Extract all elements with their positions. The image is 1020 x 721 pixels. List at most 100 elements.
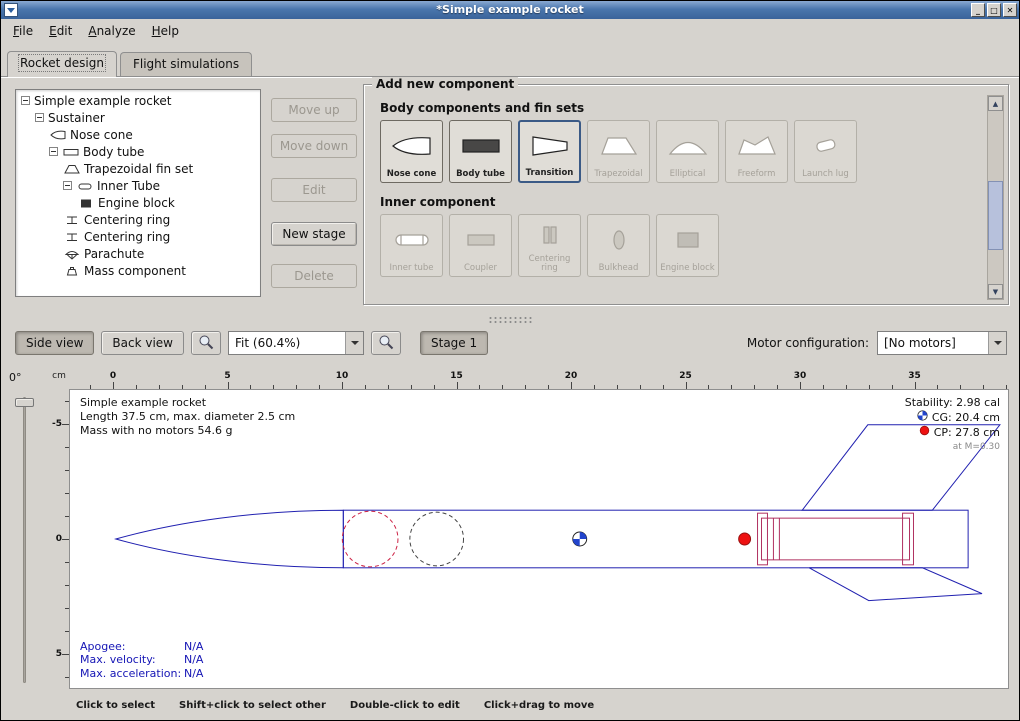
chevron-down-icon[interactable]: [988, 332, 1006, 354]
status-hint: Click+drag to move: [484, 700, 594, 711]
tree-item-label: Centering ring: [84, 230, 170, 244]
chevron-down-icon[interactable]: [345, 332, 363, 354]
new-stage-button[interactable]: New stage: [271, 222, 357, 246]
tree-item-nose-cone[interactable]: Nose cone: [16, 126, 260, 143]
ruler-tick: [228, 382, 229, 389]
rotation-slider[interactable]: [23, 397, 26, 683]
motor-configuration-select[interactable]: [No motors]: [877, 331, 1007, 355]
inner-tube-button: Inner tube: [380, 214, 443, 277]
tree-item-centering-ring[interactable]: Centering ring: [16, 211, 260, 228]
tree-item-body-tube[interactable]: Body tube: [16, 143, 260, 160]
rocket-info: Simple example rocket Length 37.5 cm, ma…: [80, 396, 295, 438]
ruler-tick: [62, 654, 69, 655]
zoom-out-button[interactable]: [371, 331, 401, 355]
scroll-up-icon[interactable]: ▲: [988, 96, 1003, 111]
cg-value: CG: 20.4 cm: [932, 411, 1000, 425]
component-tree[interactable]: Simple example rocketSustainerNose cone B…: [15, 89, 261, 297]
cg-marker-icon: [573, 532, 587, 546]
ruler-label: 25: [679, 371, 692, 381]
tab-strip: Rocket design Flight simulations: [1, 43, 1019, 77]
ruler-tick: [571, 382, 572, 389]
ruler-tick: [457, 382, 458, 389]
tree-expander-icon[interactable]: [49, 147, 58, 156]
component-button-row: Nose cone Body tubeTransitionTrapezoidal E…: [380, 120, 982, 183]
nose-cone-button[interactable]: Nose cone: [380, 120, 443, 183]
rotation-slider-handle[interactable]: [15, 398, 34, 407]
tree-item-label: Inner Tube: [97, 179, 160, 193]
minimize-button[interactable]: _: [971, 3, 985, 17]
tree-item-mass-component[interactable]: Mass component: [16, 262, 260, 279]
max-velocity-value: N/A: [184, 653, 203, 667]
scroll-down-icon[interactable]: ▼: [988, 284, 1003, 299]
design-view-area: 0° cm 05101520253035 -505: [1, 367, 1019, 691]
move-down-button: Move down: [271, 134, 357, 158]
motor-configuration-label: Motor configuration:: [747, 336, 869, 350]
engine-block-icon: [666, 215, 710, 264]
elliptical-fin-icon: [666, 121, 710, 170]
status-hint: Click to select: [76, 700, 155, 711]
tab-flight-simulations[interactable]: Flight simulations: [120, 52, 252, 76]
ruler-label: 20: [565, 371, 578, 381]
title-bar: *Simple example rocket _ □ ✕: [1, 1, 1019, 19]
transition-icon: [528, 122, 572, 169]
tree-item-centering-ring[interactable]: Centering ring: [16, 228, 260, 245]
component-button-label: Coupler: [464, 264, 497, 273]
freeform-button: Freeform: [725, 120, 788, 183]
zoom-select[interactable]: Fit (60.4%): [228, 331, 364, 355]
vertical-ruler: -505: [49, 389, 69, 689]
trapezoidal-button: Trapezoidal: [587, 120, 650, 183]
component-button-label: Inner tube: [389, 264, 433, 273]
component-button-label: Elliptical: [670, 170, 706, 179]
move-up-button: Move up: [271, 98, 357, 122]
menu-analyze[interactable]: Analyze: [80, 21, 143, 41]
tree-expander-icon[interactable]: [63, 181, 72, 190]
body-tube-icon: [62, 146, 80, 158]
flight-performance: Apogee:N/A Max. velocity:N/A Max. accele…: [80, 640, 203, 681]
status-hint: Shift+click to select other: [179, 700, 326, 711]
tree-item-label: Body tube: [83, 145, 144, 159]
tree-item-label: Engine block: [98, 196, 175, 210]
ruler-tick: [62, 424, 69, 425]
centering-ring-icon: [528, 215, 572, 255]
apogee-label: Apogee:: [80, 640, 184, 654]
rocket-dimensions: Length 37.5 cm, max. diameter 2.5 cm: [80, 410, 295, 424]
tree-item-inner-tube[interactable]: Inner Tube: [16, 177, 260, 194]
close-button[interactable]: ✕: [1003, 3, 1017, 17]
component-button-label: Engine block: [660, 264, 714, 273]
ruler-tick: [342, 382, 343, 389]
tree-item-parachute[interactable]: Parachute: [16, 245, 260, 262]
tree-item-label: Centering ring: [84, 213, 170, 227]
component-button-label: Freeform: [738, 170, 776, 179]
tree-item-simple-example-rocket[interactable]: Simple example rocket: [16, 92, 260, 109]
tree-item-sustainer[interactable]: Sustainer: [16, 109, 260, 126]
transition-button[interactable]: Transition: [518, 120, 581, 183]
tab-rocket-design[interactable]: Rocket design: [7, 51, 117, 77]
delete-button: Delete: [271, 264, 357, 288]
vertical-scrollbar[interactable]: ▲ ▼: [987, 95, 1004, 300]
design-canvas[interactable]: Simple example rocket Length 37.5 cm, ma…: [69, 389, 1009, 689]
back-view-button[interactable]: Back view: [101, 331, 184, 355]
centering-ring-button: Centering ring: [518, 214, 581, 277]
cp-marker-icon: [739, 533, 751, 545]
zoom-in-button[interactable]: [191, 331, 221, 355]
maximize-button[interactable]: □: [987, 3, 1001, 17]
nose-cone-icon: [390, 121, 434, 170]
centering-ring-icon: [63, 214, 81, 226]
panel-splitter[interactable]: [1, 313, 1019, 327]
ruler-label: -5: [52, 419, 62, 429]
tree-item-engine-block[interactable]: Engine block: [16, 194, 260, 211]
body-tube-button[interactable]: Body tube: [449, 120, 512, 183]
menu-bar: FileEditAnalyzeHelp: [1, 19, 1019, 43]
tree-item-trapezoidal-fin-set[interactable]: Trapezoidal fin set: [16, 160, 260, 177]
side-view-button[interactable]: Side view: [15, 331, 94, 355]
cp-value: CP: 27.8 cm: [934, 426, 1000, 440]
component-button-label: Nose cone: [387, 170, 436, 179]
tree-expander-icon[interactable]: [35, 113, 44, 122]
menu-help[interactable]: Help: [144, 21, 187, 41]
tree-expander-icon[interactable]: [21, 96, 30, 105]
menu-file[interactable]: File: [5, 21, 41, 41]
stage-1-toggle[interactable]: Stage 1: [420, 331, 488, 355]
menu-edit[interactable]: Edit: [41, 21, 80, 41]
centering-ring-icon: [63, 231, 81, 243]
scrollbar-thumb[interactable]: [988, 181, 1003, 250]
